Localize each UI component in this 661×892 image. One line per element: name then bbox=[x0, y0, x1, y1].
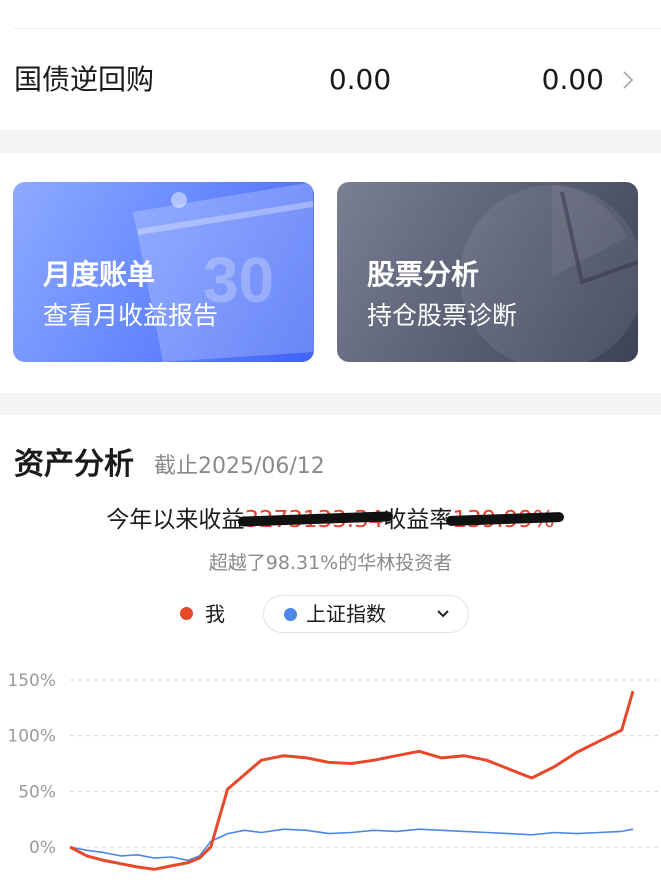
row-divider bbox=[14, 28, 661, 29]
ytd-value: 3273133.34 bbox=[244, 507, 384, 533]
legend-me: 我 bbox=[180, 600, 225, 628]
monthly-bill-subtitle: 查看月收益报告 bbox=[43, 301, 219, 330]
return-summary: 今年以来收益3273133.34收益率139.99% bbox=[0, 505, 661, 535]
stock-analysis-title: 股票分析 bbox=[367, 258, 480, 291]
y-tick-label: 50% bbox=[18, 782, 56, 802]
legend-dot-me bbox=[180, 607, 193, 620]
chevron-right-icon[interactable] bbox=[618, 66, 638, 94]
benchmark-select[interactable]: 上证指数 bbox=[263, 595, 469, 633]
row-name: 国债逆回购 bbox=[14, 63, 155, 96]
as-of-date: 截止2025/06/12 bbox=[154, 454, 325, 479]
monthly-bill-card[interactable]: 30 月度账单 查看月收益报告 bbox=[13, 182, 314, 362]
asset-line-chart: 150% 100% 50% 0% bbox=[7, 671, 661, 871]
stock-analysis-subtitle: 持仓股票诊断 bbox=[367, 301, 518, 330]
ranking-text: 超越了98.31%的华林投资者 bbox=[208, 552, 453, 574]
series-line-index bbox=[69, 828, 634, 862]
rate-value: 139.99% bbox=[452, 507, 555, 533]
y-tick-label: 150% bbox=[7, 671, 56, 691]
row-value-2: 0.00 bbox=[541, 63, 604, 96]
series-line-me bbox=[69, 690, 635, 871]
y-tick-label: 0% bbox=[29, 838, 56, 858]
benchmark-select-label: 上证指数 bbox=[306, 602, 386, 626]
section-title: 资产分析 bbox=[14, 447, 134, 482]
stock-analysis-card[interactable]: 股票分析 持仓股票诊断 bbox=[337, 182, 638, 362]
monthly-bill-title: 月度账单 bbox=[43, 258, 156, 291]
y-tick-label: 100% bbox=[7, 727, 56, 747]
chart-series bbox=[69, 690, 635, 871]
legend-dot-index bbox=[284, 608, 297, 621]
rate-label: 收益率 bbox=[383, 507, 453, 533]
chart-gridlines bbox=[70, 679, 661, 848]
chart-y-ticks: 150% 100% 50% 0% bbox=[7, 671, 56, 858]
ytd-label: 今年以来收益 bbox=[106, 507, 245, 533]
row-value-1: 0.00 bbox=[328, 63, 392, 96]
legend-me-label: 我 bbox=[205, 602, 225, 626]
chevron-down-icon[interactable] bbox=[436, 608, 450, 620]
